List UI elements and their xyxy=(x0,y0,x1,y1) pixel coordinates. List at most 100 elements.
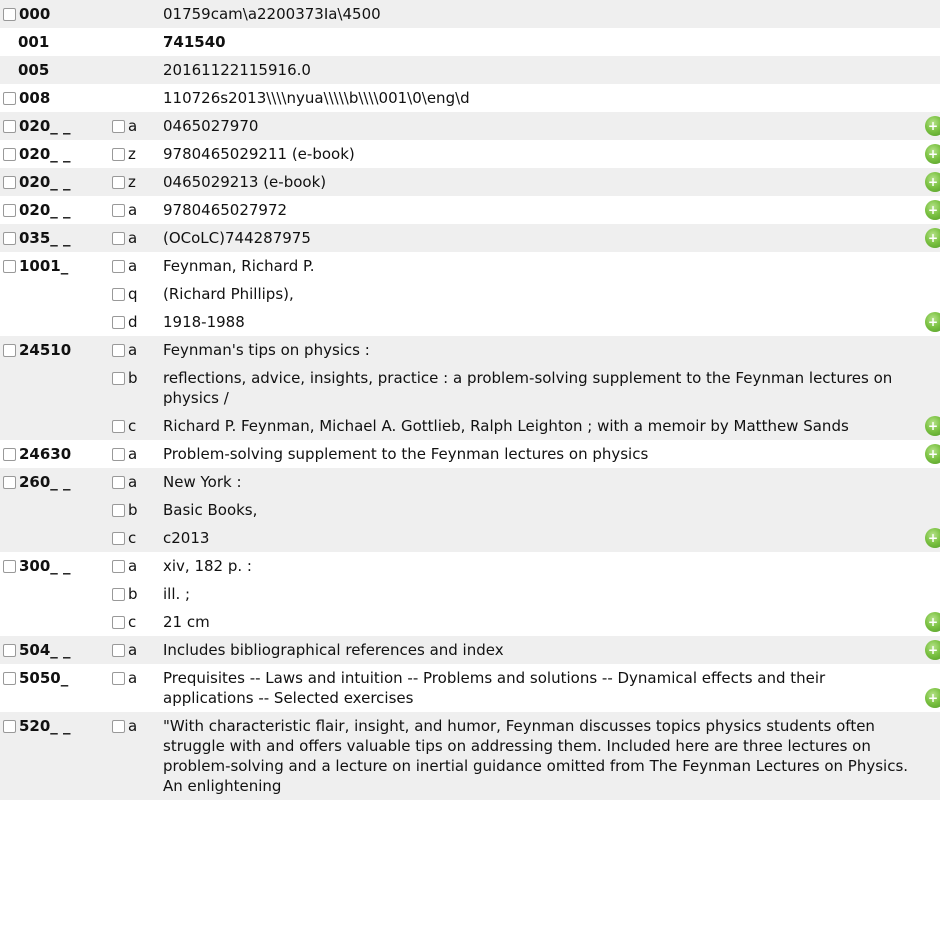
tag-cell: 020_ _ xyxy=(0,112,105,140)
subfield-row: 741540 xyxy=(105,28,912,56)
subfields: a 0465027970 xyxy=(105,112,912,140)
subfield-checkbox[interactable] xyxy=(112,175,125,189)
subfield-checkbox[interactable] xyxy=(112,643,125,657)
subfield-value: c2013 xyxy=(163,529,210,547)
subfield-checkbox[interactable] xyxy=(112,475,125,489)
subfield-code-cell: q xyxy=(105,280,163,308)
field-checkbox[interactable] xyxy=(3,203,16,217)
subfield-code: a xyxy=(128,341,138,359)
subfield-checkbox[interactable] xyxy=(112,231,125,245)
subfield-checkbox[interactable] xyxy=(112,147,125,161)
field-checkbox[interactable] xyxy=(3,671,16,685)
field-checkbox[interactable] xyxy=(3,475,16,489)
field-checkbox[interactable] xyxy=(3,175,16,189)
field-checkbox[interactable] xyxy=(3,447,16,461)
subfield-checkbox[interactable] xyxy=(112,671,125,685)
subfield-row: z 9780465029211 (e-book) xyxy=(105,140,912,168)
green-add-icon[interactable]: + xyxy=(925,612,940,632)
field-tag: 260_ _ xyxy=(0,468,105,496)
subfield-row: a 9780465027972 xyxy=(105,196,912,224)
subfield-checkbox[interactable] xyxy=(112,203,125,217)
field-checkbox[interactable] xyxy=(3,559,16,573)
subfield-checkbox[interactable] xyxy=(112,371,125,385)
subfield-checkbox[interactable] xyxy=(112,503,125,517)
field-checkbox[interactable] xyxy=(3,259,16,273)
green-add-icon[interactable]: + xyxy=(925,228,940,248)
field-checkbox[interactable] xyxy=(3,147,16,161)
field-tag: 24630 xyxy=(0,440,105,468)
subfield-checkbox[interactable] xyxy=(112,559,125,573)
subfield-code: q xyxy=(128,285,138,303)
green-add-icon[interactable]: + xyxy=(925,172,940,192)
marc-field-row: 504_ _ a Includes bibliographical referenc… xyxy=(0,636,940,664)
subfield-row: c Richard P. Feynman, Michael A. Gottlieb… xyxy=(105,412,912,440)
tag-cell: 24630 xyxy=(0,440,105,468)
green-add-icon[interactable]: + xyxy=(925,640,940,660)
green-add-icon[interactable]: + xyxy=(925,200,940,220)
subfield-value: 9780465027972 xyxy=(163,201,288,219)
field-checkbox[interactable] xyxy=(3,91,16,105)
marc-field-row: 000 01759cam\a2200373Ia\4500 xyxy=(0,0,940,28)
subfield-checkbox[interactable] xyxy=(112,615,125,629)
field-checkbox[interactable] xyxy=(3,7,16,21)
action-cell: + xyxy=(912,664,940,712)
subfield-checkbox[interactable] xyxy=(112,447,125,461)
subfield-checkbox[interactable] xyxy=(112,287,125,301)
subfield-checkbox[interactable] xyxy=(112,587,125,601)
marc-field-row: 020_ _ a 0465027970 + xyxy=(0,112,940,140)
action-cell: + xyxy=(912,224,940,252)
field-tag: 008 xyxy=(0,84,105,112)
field-tag: 520_ _ xyxy=(0,712,105,740)
subfield-checkbox[interactable] xyxy=(112,259,125,273)
green-add-icon[interactable]: + xyxy=(925,312,940,332)
action-cell: + xyxy=(912,196,940,224)
subfield-code-cell: a xyxy=(105,712,163,740)
subfield-code-cell xyxy=(105,56,163,84)
green-add-icon[interactable]: + xyxy=(925,444,940,464)
green-add-icon[interactable]: + xyxy=(925,528,940,548)
subfield-code: a xyxy=(128,229,138,247)
action-cell: + xyxy=(912,636,940,664)
subfield-checkbox[interactable] xyxy=(112,419,125,433)
subfield-code: a xyxy=(128,669,138,687)
subfield-checkbox[interactable] xyxy=(112,119,125,133)
subfield-value: (Richard Phillips), xyxy=(163,285,294,303)
subfield-value: Richard P. Feynman, Michael A. Gottlieb,… xyxy=(163,417,849,435)
green-add-icon[interactable]: + xyxy=(925,416,940,436)
subfield-code-cell: a xyxy=(105,224,163,252)
field-checkbox[interactable] xyxy=(3,119,16,133)
field-tag-label: 020_ _ xyxy=(19,145,71,163)
field-checkbox[interactable] xyxy=(3,719,16,733)
green-add-icon[interactable]: + xyxy=(925,144,940,164)
green-add-icon[interactable]: + xyxy=(925,688,940,708)
marc-field-row: 300_ _ a xiv, 182 p. : b ill. ; c 21 cm + xyxy=(0,552,940,636)
subfield-checkbox[interactable] xyxy=(112,343,125,357)
field-tag-label: 1001_ xyxy=(19,257,69,275)
marc-field-row: 5050_ a Prequisites -- Laws and intuition … xyxy=(0,664,940,712)
field-checkbox[interactable] xyxy=(3,231,16,245)
subfield-checkbox[interactable] xyxy=(112,315,125,329)
action-cell xyxy=(912,712,940,800)
action-cell: + xyxy=(912,552,940,636)
subfield-code-cell xyxy=(105,28,163,56)
tag-cell: 1001_ xyxy=(0,252,105,336)
field-checkbox[interactable] xyxy=(3,343,16,357)
subfield-code: a xyxy=(128,201,138,219)
subfield-checkbox[interactable] xyxy=(112,719,125,733)
subfield-checkbox[interactable] xyxy=(112,531,125,545)
marc-field-row: 1001_ a Feynman, Richard P. q (Richard Phill… xyxy=(0,252,940,336)
field-checkbox[interactable] xyxy=(3,643,16,657)
subfield-code: a xyxy=(128,557,138,575)
subfield-code-cell: z xyxy=(105,140,163,168)
marc-field-row: 520_ _ a "With characteristic flair, insig… xyxy=(0,712,940,800)
subfield-value: 21 cm xyxy=(163,613,210,631)
subfields: 110726s2013\\\\nyua\\\\\b\\\\001\0\eng\d xyxy=(105,84,912,112)
subfield-value: Prequisites -- Laws and intuition -- Pro… xyxy=(163,669,831,707)
green-add-icon[interactable]: + xyxy=(925,116,940,136)
subfields: a Problem-solving supplement to the Feynm… xyxy=(105,440,912,468)
subfield-value: 741540 xyxy=(163,33,226,51)
subfield-code-cell: a xyxy=(105,196,163,224)
subfield-code-cell: c xyxy=(105,524,163,552)
tag-cell: 300_ _ xyxy=(0,552,105,636)
subfield-code: b xyxy=(128,501,138,519)
